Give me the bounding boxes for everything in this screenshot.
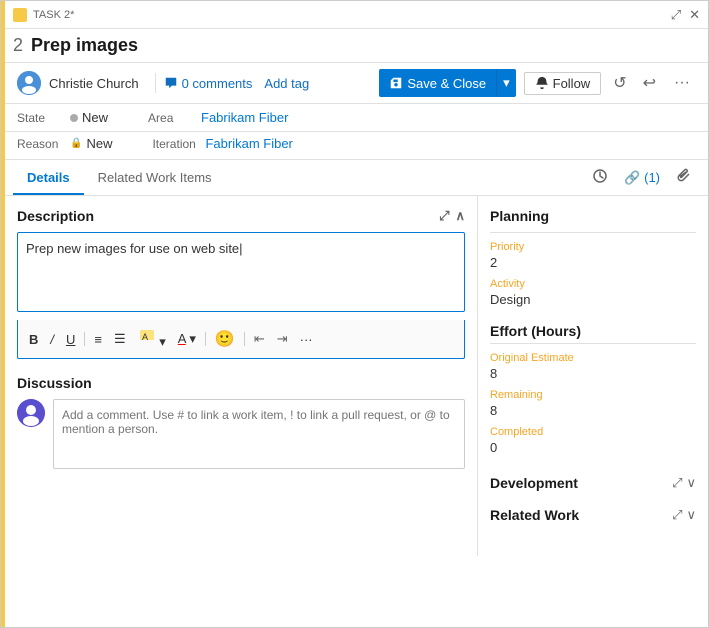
underline-button[interactable]: U xyxy=(63,330,78,349)
priority-value[interactable]: 2 xyxy=(490,255,696,270)
fields-row-1: State New Area Fabrikam Fiber xyxy=(5,104,708,132)
discussion-input-area xyxy=(17,399,465,469)
activity-value[interactable]: Design xyxy=(490,292,696,307)
editor-toolbar: B / U ≡ ☰ A ▾ A ▾ 🙂 xyxy=(17,320,465,359)
planning-title: Planning xyxy=(490,208,549,224)
state-dot xyxy=(70,114,78,122)
indent-right-button[interactable]: ⇥ xyxy=(274,329,291,349)
align-button[interactable]: ≡ xyxy=(91,330,105,349)
original-estimate-label: Original Estimate xyxy=(490,352,696,364)
more-button[interactable]: ··· xyxy=(668,72,696,94)
user-name[interactable]: Christie Church xyxy=(49,76,139,91)
toolbar-separator xyxy=(155,73,156,93)
indent-left-button[interactable]: ⇤ xyxy=(251,329,268,349)
emoji-button[interactable]: 🙂 xyxy=(212,327,238,351)
area-value[interactable]: Fabrikam Fiber xyxy=(201,110,288,125)
tabs-bar: Details Related Work Items 🔗 (1) xyxy=(5,160,708,196)
link-tab-icon[interactable]: 🔗 (1) xyxy=(616,162,668,194)
state-value[interactable]: New xyxy=(82,110,108,125)
highlight-button[interactable]: A ▾ xyxy=(135,326,169,352)
attach-icon[interactable] xyxy=(668,160,700,195)
state-label: State xyxy=(17,111,62,125)
related-work-chevron-icon[interactable]: ∨ xyxy=(686,507,696,523)
development-header[interactable]: Development ⤢ ∨ xyxy=(490,471,696,495)
lock-icon: 🔒 xyxy=(70,138,82,149)
description-content: Prep new images for use on web site| xyxy=(26,241,243,256)
planning-section: Planning Priority 2 Activity Design xyxy=(490,208,696,307)
add-tag-button[interactable]: Add tag xyxy=(264,76,309,91)
left-panel: Description ⤢ ∧ Prep new images for use … xyxy=(5,196,478,556)
effort-section: Effort (Hours) Original Estimate 8 Remai… xyxy=(490,323,696,455)
iteration-label: Iteration xyxy=(152,137,197,151)
link-count: (1) xyxy=(644,170,660,185)
development-title: Development xyxy=(490,475,578,491)
expand-icon[interactable]: ⤢ xyxy=(671,7,681,23)
remaining-value[interactable]: 8 xyxy=(490,403,696,418)
follow-button[interactable]: Follow xyxy=(524,72,602,95)
tab-details[interactable]: Details xyxy=(13,162,84,195)
remaining-label: Remaining xyxy=(490,389,696,401)
description-editor[interactable]: Prep new images for use on web site| xyxy=(17,232,465,312)
list-button[interactable]: ☰ xyxy=(111,329,129,349)
related-work-section: Related Work ⤢ ∨ xyxy=(490,503,696,527)
original-estimate-value[interactable]: 8 xyxy=(490,366,696,381)
save-close-dropdown[interactable]: ▾ xyxy=(496,69,516,97)
development-expand-icon[interactable]: ⤢ xyxy=(672,475,682,491)
toolbar: Christie Church 0 comments Add tag Save … xyxy=(5,63,708,104)
fields-row-2: Reason 🔒 New Iteration Fabrikam Fiber xyxy=(5,132,708,160)
save-close-button[interactable]: Save & Close ▾ xyxy=(379,69,515,97)
close-icon[interactable]: ✕ xyxy=(689,7,700,23)
completed-label: Completed xyxy=(490,426,696,438)
history-icon[interactable] xyxy=(584,160,616,195)
follow-label: Follow xyxy=(553,76,591,91)
discussion-textarea[interactable] xyxy=(53,399,465,469)
work-item-number: 2 xyxy=(13,35,23,56)
task-color-bar xyxy=(1,1,5,627)
comments-count: 0 comments xyxy=(182,76,253,91)
effort-title: Effort (Hours) xyxy=(490,323,696,339)
content-area: Description ⤢ ∧ Prep new images for use … xyxy=(5,196,708,556)
related-work-header[interactable]: Related Work ⤢ ∨ xyxy=(490,503,696,527)
priority-label: Priority xyxy=(490,241,696,253)
discussion-section: Discussion xyxy=(17,375,465,469)
task-icon xyxy=(13,8,27,22)
avatar xyxy=(17,71,41,95)
right-panel: Planning Priority 2 Activity Design Effo… xyxy=(478,196,708,556)
italic-button[interactable]: / xyxy=(47,330,57,349)
svg-text:A: A xyxy=(142,332,148,342)
work-item-header: 2 Prep images xyxy=(5,29,708,63)
save-close-label: Save & Close xyxy=(407,76,486,91)
work-item-title[interactable]: Prep images xyxy=(31,35,138,56)
title-bar: TASK 2* ⤢ ✕ xyxy=(5,1,708,29)
iteration-value[interactable]: Fabrikam Fiber xyxy=(205,136,292,151)
development-section: Development ⤢ ∨ xyxy=(490,471,696,495)
description-collapse-icon[interactable]: ∧ xyxy=(455,208,465,224)
title-bar-task-label: TASK 2* xyxy=(33,9,74,21)
area-label: Area xyxy=(148,111,193,125)
development-chevron-icon[interactable]: ∨ xyxy=(686,475,696,491)
discussion-avatar xyxy=(17,399,45,427)
editor-more-button[interactable]: ··· xyxy=(297,330,316,349)
discussion-title: Discussion xyxy=(17,375,92,391)
comments-button[interactable]: 0 comments xyxy=(164,76,253,91)
completed-value[interactable]: 0 xyxy=(490,440,696,455)
undo-button[interactable]: ↩ xyxy=(639,71,660,95)
related-work-title: Related Work xyxy=(490,507,579,523)
activity-label: Activity xyxy=(490,278,696,290)
description-section: Description ⤢ ∧ Prep new images for use … xyxy=(17,208,465,359)
reason-label: Reason xyxy=(17,137,62,151)
font-color-button[interactable]: A ▾ xyxy=(175,329,199,349)
bold-button[interactable]: B xyxy=(26,330,41,349)
tab-related-work-items[interactable]: Related Work Items xyxy=(84,162,226,195)
description-expand-icon[interactable]: ⤢ xyxy=(439,208,449,224)
refresh-button[interactable]: ↺ xyxy=(609,71,630,95)
related-work-expand-icon[interactable]: ⤢ xyxy=(672,507,682,523)
reason-value[interactable]: New xyxy=(86,136,112,151)
description-title: Description xyxy=(17,208,94,224)
